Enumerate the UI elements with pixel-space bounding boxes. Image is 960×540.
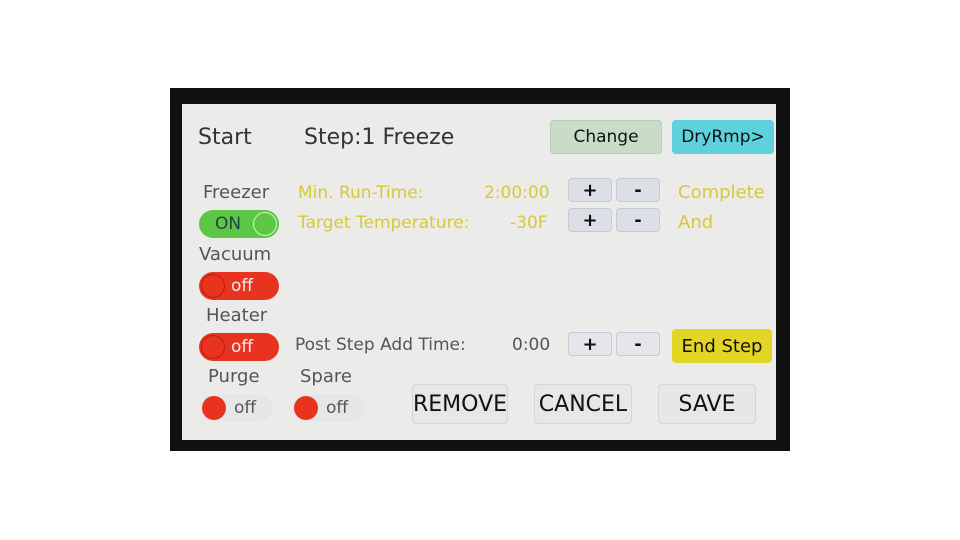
remove-button[interactable]: REMOVE [412,384,508,424]
condition-and: And [678,212,714,233]
purge-toggle[interactable]: off [200,394,272,422]
toggle-state: off [231,276,254,296]
vacuum-label: Vacuum [199,244,272,265]
toggle-state: off [231,337,254,357]
toggle-knob [253,212,277,236]
spare-label: Spare [300,366,352,387]
toggle-knob [201,274,225,298]
temp-minus-button[interactable]: - [616,208,660,232]
start-label: Start [198,125,252,150]
run-time-plus-button[interactable]: + [568,178,612,202]
touchscreen: Start Step:1 Freeze Change DryRmp> Freez… [182,104,776,440]
post-step-value: 0:00 [512,335,551,355]
toggle-state: off [326,398,349,418]
condition-complete: Complete [678,182,765,203]
heater-toggle[interactable]: off [199,333,279,361]
freezer-label: Freezer [203,182,270,203]
toggle-knob [202,396,226,420]
min-run-time-label: Min. Run-Time: [298,183,424,203]
post-step-plus-button[interactable]: + [568,332,612,356]
next-step-button[interactable]: DryRmp> [672,120,774,154]
run-time-minus-button[interactable]: - [616,178,660,202]
min-run-time-value: 2:00:00 [484,183,550,203]
purge-label: Purge [208,366,260,387]
toggle-knob [294,396,318,420]
post-step-minus-button[interactable]: - [616,332,660,356]
step-title: Step:1 Freeze [304,125,455,150]
freezer-toggle[interactable]: ON [199,210,279,238]
toggle-state: off [234,398,257,418]
temp-plus-button[interactable]: + [568,208,612,232]
heater-label: Heater [206,305,268,326]
toggle-state: ON [215,214,242,234]
cancel-button[interactable]: CANCEL [534,384,632,424]
post-step-label: Post Step Add Time: [295,335,466,355]
change-button[interactable]: Change [550,120,662,154]
vacuum-toggle[interactable]: off [199,272,279,300]
save-button[interactable]: SAVE [658,384,756,424]
toggle-knob [201,335,225,359]
target-temp-value: -30F [510,213,548,233]
spare-toggle[interactable]: off [292,394,364,422]
end-step-button[interactable]: End Step [672,329,772,363]
target-temp-label: Target Temperature: [298,213,470,233]
